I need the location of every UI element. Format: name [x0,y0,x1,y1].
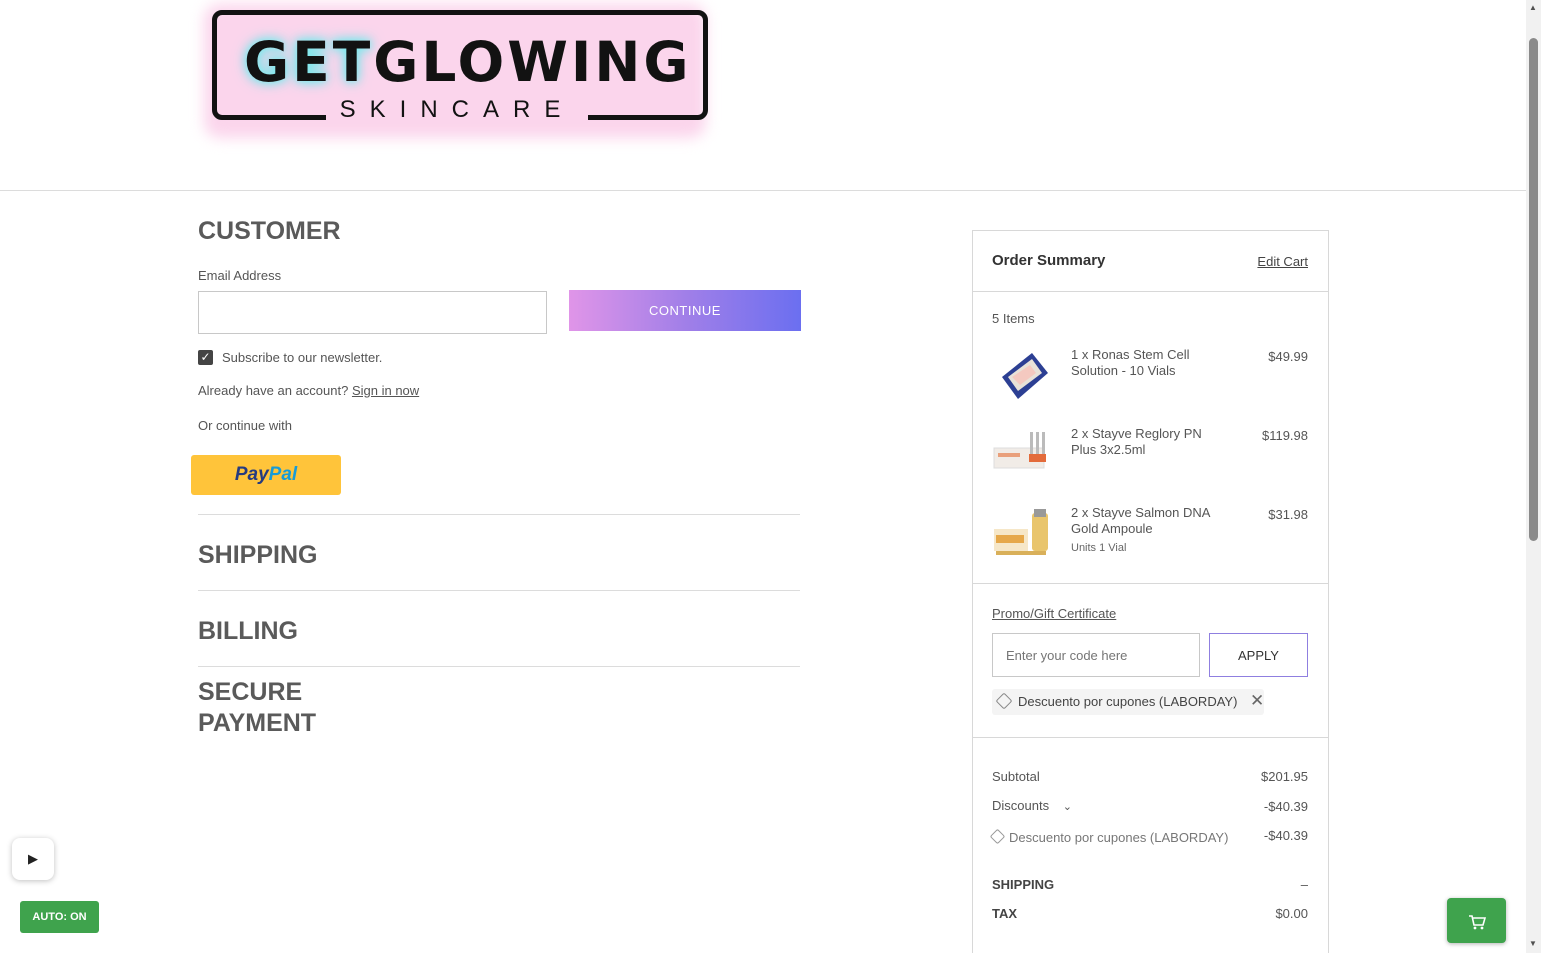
apply-button[interactable]: APPLY [1209,633,1308,677]
item-price: $49.99 [1268,349,1308,364]
chevron-down-icon: ⌄ [1062,801,1072,813]
item-price: $31.98 [1268,507,1308,522]
section-divider [198,666,800,667]
scrollbar-thumb[interactable] [1529,38,1538,541]
play-icon: ▶ [28,851,38,866]
logo-title-get: GET [244,30,374,94]
shipping-label: SHIPPING [992,877,1055,892]
item-name: 2 x Stayve Reglory PN Plus 3x2.5ml [1071,426,1202,457]
site-header: GETGLOWING SKINCARE [0,0,1526,191]
close-icon[interactable]: ✕ [1250,691,1264,711]
summary-divider [973,737,1328,738]
discounts-value: -$40.39 [1263,799,1308,814]
shipping-value: – [1300,877,1308,892]
order-summary-title: Order Summary [992,252,1106,269]
or-continue-label: Or continue with [198,418,292,433]
product-image-ronas [1002,353,1048,399]
discount-detail: Descuento por cupones (LABORDAY) [989,828,1244,847]
discount-detail-label: Descuento por cupones (LABORDAY) [1009,830,1229,845]
shipping-heading: SHIPPING [198,541,318,569]
item-option: Units 1 Vial [1071,542,1127,554]
continue-button[interactable]: CONTINUE [569,290,801,331]
product-image-salmon-dna [994,509,1048,555]
email-label: Email Address [198,268,282,283]
scroll-down-icon[interactable]: ▼ [1529,939,1537,948]
item-name: 2 x Stayve Salmon DNA Gold Ampoule [1071,505,1210,536]
order-summary-header: Order Summary Edit Cart [973,231,1328,292]
paypal-button[interactable]: PayPal [191,455,341,495]
logo-title-glowing: GLOWING [373,30,692,94]
section-divider [198,514,800,515]
customer-heading: CUSTOMER [198,217,341,245]
item-name: 1 x Ronas Stem Cell Solution - 10 Vials [1071,347,1190,378]
email-field[interactable] [198,291,547,334]
auto-toggle-button[interactable]: AUTO: ON [20,901,99,933]
brand-logo[interactable]: GETGLOWING SKINCARE [200,0,712,150]
account-prompt-text: Already have an account? [198,383,349,398]
cart-button[interactable] [1447,898,1506,943]
checkmark-icon: ✓ [200,350,211,364]
sign-in-link[interactable]: Sign in now [352,383,419,398]
tax-label: TAX [992,906,1018,921]
item-price: $119.98 [1261,428,1308,443]
account-prompt: Already have an account? Sign in now [198,383,419,398]
subtotal-value: $201.95 [1261,769,1308,784]
page-scrollbar[interactable]: ▲ ▼ [1526,0,1541,953]
promo-gift-link[interactable]: Promo/Gift Certificate [992,606,1116,621]
tag-icon [989,828,1006,845]
applied-coupon: Descuento por cupones (LABORDAY) ✕ [992,689,1264,715]
section-divider [198,590,800,591]
subtotal-label: Subtotal [992,769,1040,784]
list-item: 2 x Stayve Salmon DNA Gold Ampoule Units… [992,505,1308,575]
secure-payment-heading-line2: PAYMENT [198,709,317,737]
billing-heading: BILLING [198,617,298,645]
edit-cart-link[interactable]: Edit Cart [1257,254,1308,269]
newsletter-checkbox[interactable]: ✓ [198,350,213,365]
paypal-logo-part2: Pal [268,464,298,485]
product-image-reglory [993,432,1046,469]
play-button[interactable]: ▶ [12,838,54,880]
paypal-logo-part1: Pay [234,464,269,485]
list-item: 2 x Stayve Reglory PN Plus 3x2.5ml $119.… [992,426,1308,496]
discounts-toggle[interactable]: Discounts ⌄ [992,798,1072,813]
logo-title: GETGLOWING [244,30,692,94]
list-item: 1 x Ronas Stem Cell Solution - 10 Vials … [992,347,1308,417]
logo-subtitle: SKINCARE [326,97,588,123]
summary-divider [973,583,1328,584]
scroll-up-icon[interactable]: ▲ [1529,3,1537,12]
promo-code-input[interactable] [992,633,1200,677]
newsletter-label: Subscribe to our newsletter. [222,350,383,365]
coupon-text: Descuento por cupones (LABORDAY) [1018,694,1238,709]
cart-icon [1468,914,1486,929]
tag-icon [995,692,1013,710]
secure-payment-heading-line1: SECURE [198,678,303,706]
discounts-label: Discounts [992,798,1050,813]
tax-value: $0.00 [1275,906,1308,921]
discount-detail-value: -$40.39 [1263,828,1308,843]
order-summary: Order Summary Edit Cart 5 Items 1 x Rona… [972,230,1329,953]
items-count: 5 Items [992,311,1035,326]
